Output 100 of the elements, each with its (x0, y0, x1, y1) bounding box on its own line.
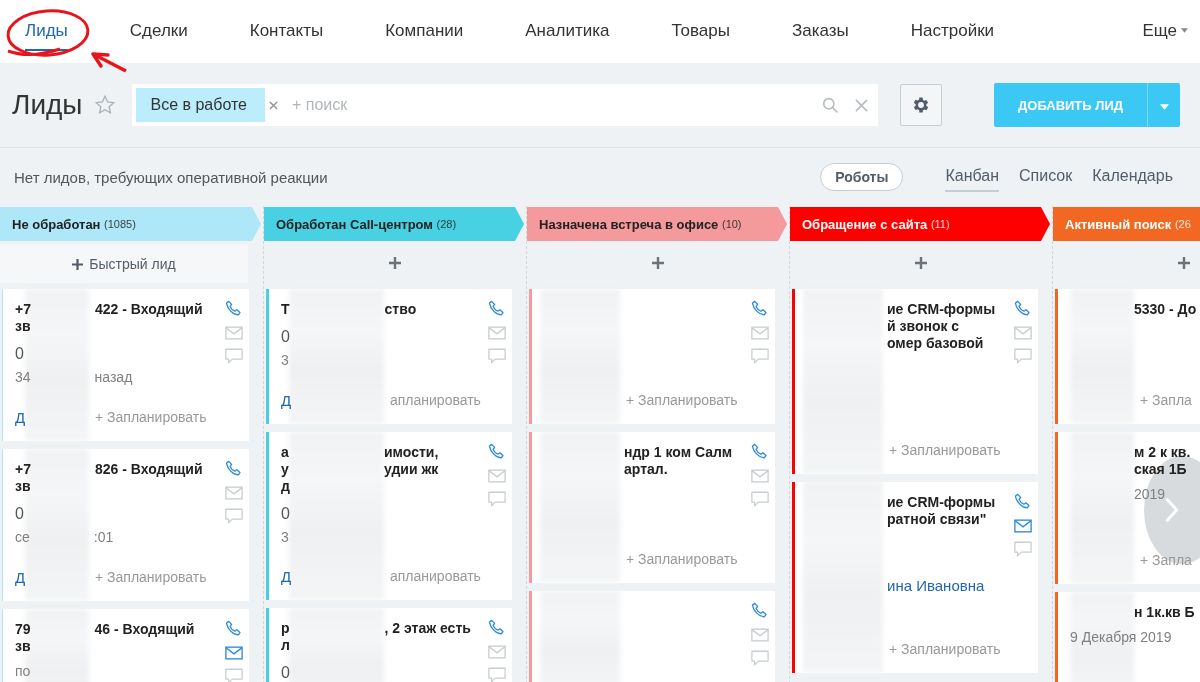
nav-tab[interactable]: Заказы (791, 12, 849, 51)
chat-icon[interactable] (487, 491, 506, 507)
mail-icon[interactable] (750, 628, 769, 642)
lead-card[interactable]: +7 826 - Входящий зв 0 се :01 Д + Запланировать (2, 449, 249, 601)
mail-icon[interactable] (224, 326, 243, 340)
add-button[interactable] (387, 255, 403, 271)
phone-icon[interactable] (750, 299, 769, 318)
phone-icon[interactable] (224, 619, 243, 638)
chat-icon[interactable] (750, 650, 769, 666)
stage-header[interactable]: Обращение с сайта (11) (790, 207, 1050, 241)
lead-card[interactable]: +7 422 - Входящий зв 0 34 назад Д + Запланировать (2, 289, 249, 441)
activity-link[interactable]: Д (15, 409, 26, 426)
dropdown-button[interactable] (1147, 83, 1180, 127)
search-icon[interactable] (822, 96, 840, 114)
add-button[interactable] (650, 255, 666, 271)
settings-button[interactable] (900, 84, 943, 126)
filter-search-field[interactable]: Все в работе + поиск (132, 84, 879, 126)
star-icon[interactable] (94, 94, 117, 116)
mail-icon[interactable] (1013, 519, 1032, 533)
view-tab[interactable]: Список (1019, 162, 1073, 192)
add-button[interactable] (913, 255, 929, 271)
lead-date: 9 Декабря 2019 (1070, 629, 1172, 645)
lead-title: д (281, 478, 290, 495)
phone-icon[interactable] (487, 299, 506, 318)
plus-icon (389, 257, 401, 269)
phone-icon[interactable] (224, 299, 243, 318)
more-menu[interactable]: Еще (1142, 12, 1188, 51)
lead-date: 3 (281, 352, 289, 368)
robots-button[interactable]: Роботы (820, 163, 904, 191)
close-icon[interactable] (855, 98, 869, 112)
lead-card[interactable]: р , 2 этаж есть л 0 (266, 608, 512, 682)
nav-tab[interactable]: Контакты (249, 12, 324, 51)
contact-link[interactable]: ина Ивановна (887, 577, 985, 595)
lead-title: л (281, 637, 290, 654)
chat-icon[interactable] (224, 508, 243, 524)
lead-title: ндр 1 ком Салм (624, 444, 733, 461)
phone-icon[interactable] (487, 442, 506, 461)
lead-title: удии жк (384, 461, 439, 478)
nav-tab[interactable]: Компании (385, 12, 464, 51)
lead-date: 3 (281, 529, 289, 545)
lead-title: зв (15, 318, 31, 335)
mail-icon[interactable] (487, 326, 506, 340)
mail-icon[interactable] (224, 646, 243, 660)
stage-header[interactable]: Назначена встреча в офисе (10) (527, 207, 787, 241)
lead-date: по (15, 663, 31, 679)
lead-card[interactable]: 79 46 - Входящий зв по (2, 609, 249, 682)
remove-tag-icon[interactable] (269, 100, 278, 110)
lead-card[interactable]: ие CRM-формы ратной связи" ина Ивановна + Запланировать (792, 482, 1038, 673)
mail-icon[interactable] (750, 326, 769, 340)
lead-title: артал. (624, 461, 668, 478)
activity-link[interactable]: Д (15, 569, 26, 586)
lead-title: ская 1Б (1134, 461, 1187, 478)
lead-card[interactable]: ие CRM-формы й звонок с омер базовой + Запланировать (792, 289, 1038, 474)
plus-icon (652, 257, 664, 269)
lead-date: се (15, 529, 30, 545)
phone-icon[interactable] (224, 459, 243, 478)
nav-tab[interactable]: Товары (671, 12, 730, 51)
chat-icon[interactable] (224, 348, 243, 364)
lead-title: зв (15, 638, 31, 655)
activity-link[interactable]: Д (281, 392, 292, 409)
lead-title: а (281, 444, 289, 461)
lead-card[interactable]: 5330 - До + Запла (1055, 289, 1200, 424)
phone-icon[interactable] (1013, 299, 1032, 318)
chat-icon[interactable] (750, 491, 769, 507)
nav-tab[interactable]: Сделки (129, 12, 188, 51)
chat-icon[interactable] (1013, 348, 1032, 364)
lead-card[interactable]: Т ство 0 3 Д апланировать (266, 289, 512, 424)
phone-icon[interactable] (487, 618, 506, 637)
view-tab[interactable]: Календарь (1092, 162, 1173, 192)
lead-card[interactable]: а имости, у удии жк д 0 3 Д апланировать (266, 432, 512, 600)
view-tab[interactable]: Канбан (945, 162, 999, 192)
mail-icon[interactable] (1013, 326, 1032, 340)
phone-icon[interactable] (750, 442, 769, 461)
chat-icon[interactable] (1013, 541, 1032, 557)
chat-icon[interactable] (487, 348, 506, 364)
lead-date: 34 (15, 369, 31, 385)
lead-card[interactable]: ндр 1 ком Салм артал. + Запланировать (529, 432, 775, 583)
filter-tag[interactable]: Все в работе (136, 88, 265, 122)
nav-tab[interactable]: Аналитика (525, 12, 610, 51)
stage-header[interactable]: Не обработан (1085) (0, 207, 261, 241)
quick-add-button[interactable]: Быстрый лид (0, 245, 248, 283)
stage-header[interactable]: Обработан Call-центром (28) (264, 207, 524, 241)
nav-tab[interactable]: Настройки (910, 12, 995, 51)
chat-icon[interactable] (224, 668, 243, 682)
mail-icon[interactable] (224, 486, 243, 500)
caret-icon (1159, 103, 1169, 110)
phone-icon[interactable] (750, 601, 769, 620)
mail-icon[interactable] (487, 469, 506, 483)
mail-icon[interactable] (750, 469, 769, 483)
lead-title: ие CRM-формы (887, 494, 996, 511)
chat-icon[interactable] (487, 667, 506, 682)
lead-card[interactable]: н 1к.кв Б 9 Декабря 2019 (1055, 592, 1200, 682)
lead-amount: 0 (281, 328, 290, 346)
activity-link[interactable]: Д (281, 568, 292, 585)
phone-icon[interactable] (1013, 492, 1032, 511)
mail-icon[interactable] (487, 645, 506, 659)
add-button[interactable] (1176, 255, 1192, 271)
chat-icon[interactable] (750, 348, 769, 364)
lead-date: :01 (93, 529, 114, 545)
page-title: Лиды (12, 89, 83, 121)
